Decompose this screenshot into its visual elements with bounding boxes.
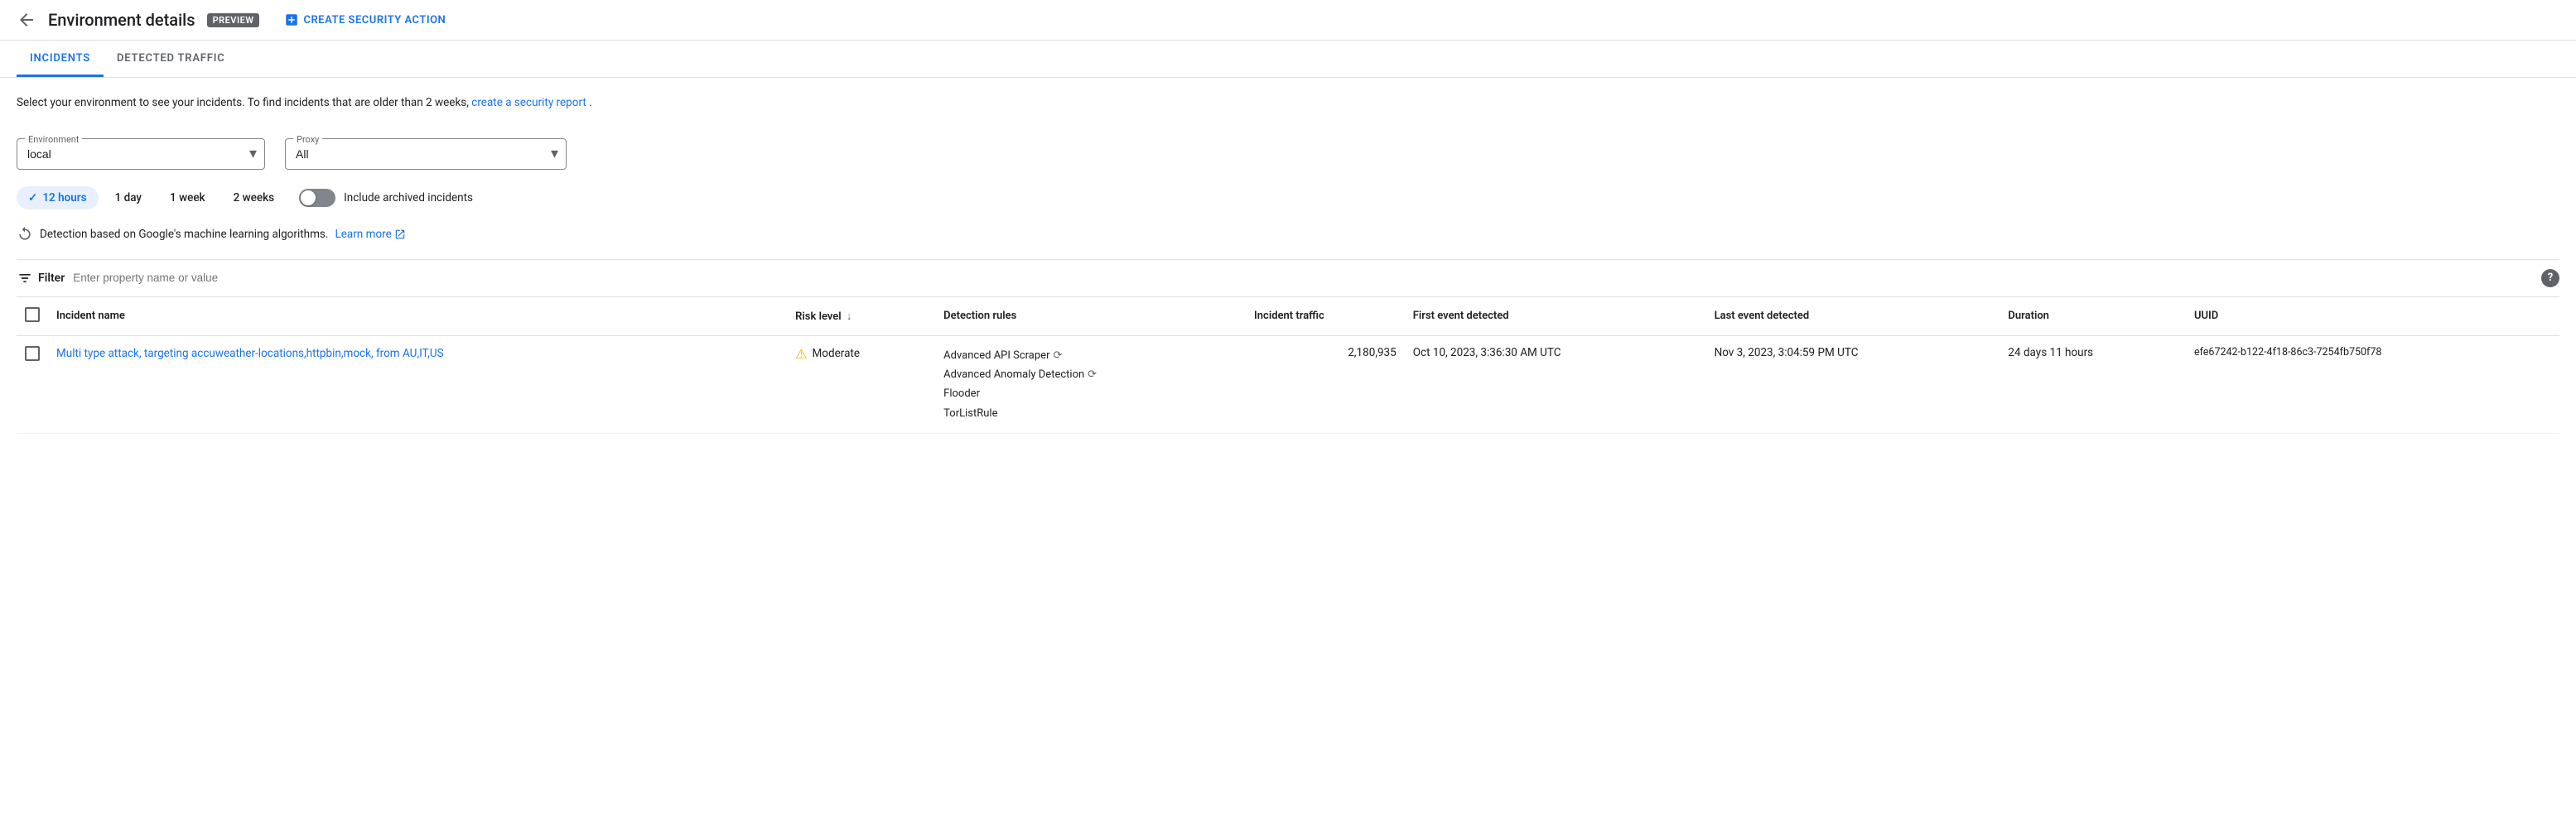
time-chip-label: 1 day [115,191,142,204]
tab-detected-traffic[interactable]: DETECTED TRAFFIC [104,41,239,77]
time-filter-row: ✓ 12 hours 1 day 1 week 2 weeks Include … [17,186,2559,209]
environment-label: Environment [25,134,82,145]
row-incident-traffic: 2,180,935 [1246,335,1405,434]
external-link-icon [394,229,406,240]
create-action-label: CREATE SECURITY ACTION [303,14,446,26]
rule-label: Advanced API Scraper [943,346,1049,365]
main-content: Select your environment to see your inci… [0,78,2576,434]
row-risk-level: ⚠ Moderate [787,335,935,434]
preview-badge: PREVIEW [207,13,260,27]
time-filter-1week[interactable]: 1 week [158,186,217,209]
header-uuid: UUID [2186,297,2559,336]
filter-icon [17,270,33,286]
rule-label: Advanced Anomaly Detection [943,365,1084,384]
tab-incidents[interactable]: INCIDENTS [17,41,104,77]
help-icon[interactable]: ? [2541,269,2559,287]
filter-bar: Filter ? [17,259,2559,297]
risk-label: Moderate [813,347,861,360]
rule-refresh-icon: ⟳ [1088,365,1097,384]
header-last-event: Last event detected [1706,297,2000,336]
header-duration: Duration [2000,297,2186,336]
row-first-event: Oct 10, 2023, 3:36:30 AM UTC [1405,335,1706,434]
row-checkbox[interactable] [25,346,40,361]
table-body: Multi type attack, targeting accuweather… [17,335,2559,434]
detection-text: Detection based on Google's machine lear… [40,228,328,241]
refresh-icon [17,226,33,243]
row-last-event: Nov 3, 2023, 3:04:59 PM UTC [1706,335,2000,434]
row-duration: 24 days 11 hours [2000,335,2186,434]
rule-item: Advanced Anomaly Detection ⟳ [943,365,1237,384]
archive-toggle[interactable] [299,189,335,207]
toggle-knob [301,190,316,205]
check-icon: ✓ [28,191,37,204]
environment-select-group: Environment local ▾ [17,127,265,170]
proxy-select-group: Proxy All ▾ [285,127,567,170]
row-incident-name: Multi type attack, targeting accuweather… [48,335,787,434]
incident-name-link[interactable]: Multi type attack, targeting accuweather… [56,347,444,360]
header-incident-traffic: Incident traffic [1246,297,1405,336]
time-chip-label: 12 hours [42,191,86,204]
create-security-report-link[interactable]: create a security report [471,96,586,109]
row-checkbox-cell [17,335,48,434]
learn-more-link[interactable]: Learn more [335,228,405,241]
rule-item: TorListRule [943,404,1237,423]
header-checkbox-cell [17,297,48,336]
detection-rules-list: Advanced API Scraper ⟳ Advanced Anomaly … [943,346,1237,424]
rule-label: TorListRule [943,404,997,423]
toggle-label: Include archived incidents [344,191,473,204]
filter-input[interactable] [73,272,2559,284]
description-text: Select your environment to see your inci… [17,94,2559,113]
header-first-event: First event detected [1405,297,1706,336]
proxy-select-wrapper: All ▾ [285,138,567,170]
selects-row: Environment local ▾ Proxy All ▾ [17,127,2559,170]
rule-item: Advanced API Scraper ⟳ [943,346,1237,365]
time-chip-label: 2 weeks [234,191,275,204]
sort-icon: ↓ [847,310,852,323]
time-filter-12hours[interactable]: ✓ 12 hours [17,186,99,209]
rule-label: Flooder [943,384,980,403]
incidents-table-container: Incident name Risk level ↓ Detection rul… [17,297,2559,435]
rule-refresh-icon: ⟳ [1053,346,1062,365]
incidents-table: Incident name Risk level ↓ Detection rul… [17,297,2559,435]
page-title: Environment details [48,10,195,30]
row-detection-rules: Advanced API Scraper ⟳ Advanced Anomaly … [935,335,1246,434]
select-all-checkbox[interactable] [25,307,40,322]
row-uuid: efe67242-b122-4f18-86c3-7254fb750f78 [2186,335,2559,434]
time-filter-1day[interactable]: 1 day [104,186,153,209]
risk-cell: ⚠ Moderate [795,346,927,362]
header-risk-level[interactable]: Risk level ↓ [787,297,935,336]
time-chip-label: 1 week [170,191,205,204]
time-filter-2weeks[interactable]: 2 weeks [222,186,287,209]
create-security-action-button[interactable]: CREATE SECURITY ACTION [284,12,446,27]
tabs-container: INCIDENTS DETECTED TRAFFIC [0,41,2576,78]
header-detection-rules: Detection rules [935,297,1246,336]
filter-label: Filter [38,272,65,285]
rule-item: Flooder [943,384,1237,403]
detection-note: Detection based on Google's machine lear… [17,226,2559,243]
back-button[interactable] [17,10,36,30]
header-incident-name: Incident name [48,297,787,336]
warning-icon: ⚠ [795,346,807,362]
page-header: Environment details PREVIEW CREATE SECUR… [0,0,2576,41]
table-header: Incident name Risk level ↓ Detection rul… [17,297,2559,336]
filter-icon-group: Filter [17,270,65,286]
table-row: Multi type attack, targeting accuweather… [17,335,2559,434]
proxy-label: Proxy [293,134,322,145]
proxy-select[interactable]: All [285,138,567,170]
archive-toggle-row: Include archived incidents [299,189,473,207]
